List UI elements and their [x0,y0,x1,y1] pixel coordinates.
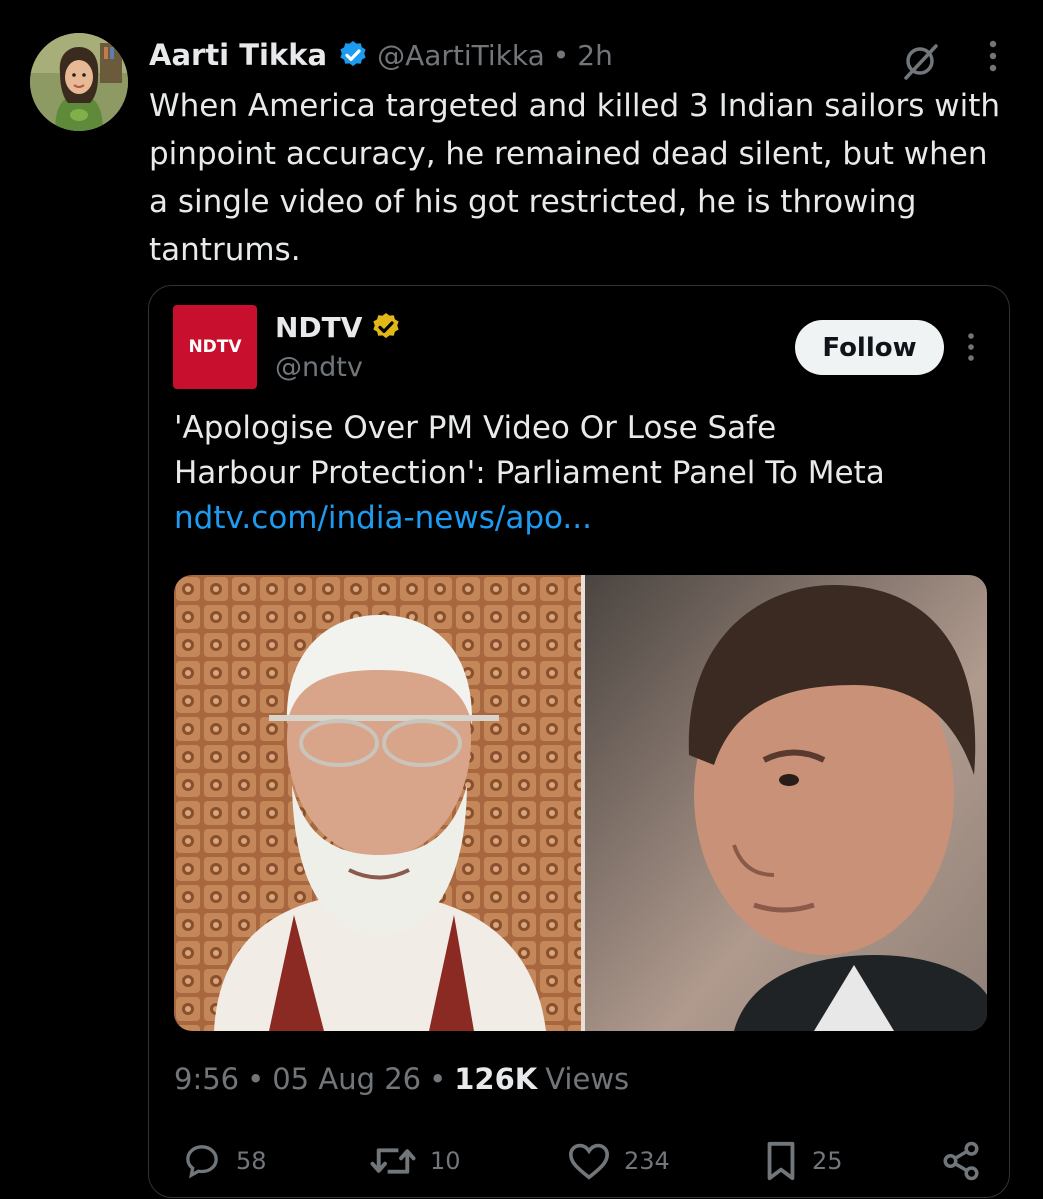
meta-separator-2: • [429,1062,447,1096]
author-row: Aarti Tikka @AartiTikka • 2h [149,34,613,76]
quote-author-handle[interactable]: @ndtv [275,352,363,383]
share-icon[interactable] [940,1140,982,1182]
views-label: Views [545,1062,630,1096]
bookmark-button[interactable]: 25 [762,1140,843,1182]
verified-badge-icon [340,41,366,67]
repost-icon [370,1148,416,1174]
avatar[interactable] [30,33,128,131]
reply-button[interactable]: 58 [180,1140,267,1182]
repost-button[interactable]: 10 [368,1140,461,1182]
quote-more-options-icon[interactable] [964,330,978,364]
article-image[interactable] [174,575,987,1031]
ndtv-logo-text: NDTV [188,337,242,357]
more-options-icon[interactable] [985,38,1001,74]
meta-time[interactable]: 9:56 [174,1062,239,1096]
separator-dot: • [552,38,570,72]
grok-icon[interactable] [900,40,942,82]
verified-gold-badge-icon [373,313,400,339]
heart-icon [568,1143,610,1180]
views-count: 126K [454,1062,538,1096]
meta-separator: • [247,1062,265,1096]
tweet-text: When America targeted and killed 3 India… [149,88,1001,268]
quote-headline: 'Apologise Over PM Video Or Lose Safe Ha… [174,410,885,491]
repost-count: 10 [430,1147,461,1175]
tweet-time[interactable]: 2h [577,39,613,72]
reply-count: 58 [236,1147,267,1175]
like-count: 234 [624,1147,670,1175]
tweet-meta: 9:56 • 05 Aug 26 • 126K Views [174,1057,629,1101]
reply-icon [186,1145,218,1179]
quote-author-row: NDTV [275,307,402,347]
ndtv-logo[interactable]: NDTV [173,305,257,389]
bookmark-icon [767,1141,795,1181]
article-image-illustration [174,575,987,1031]
bookmark-count: 25 [812,1147,843,1175]
like-button[interactable]: 234 [566,1140,670,1182]
meta-date[interactable]: 05 Aug 26 [272,1062,421,1096]
author-name[interactable]: Aarti Tikka [149,38,327,72]
follow-button[interactable]: Follow [795,320,944,375]
article-link[interactable]: ndtv.com/india-news/apo... [174,500,592,536]
quote-author-name[interactable]: NDTV [275,311,362,344]
avatar-illustration [30,33,128,131]
author-handle[interactable]: @AartiTikka [377,39,545,72]
